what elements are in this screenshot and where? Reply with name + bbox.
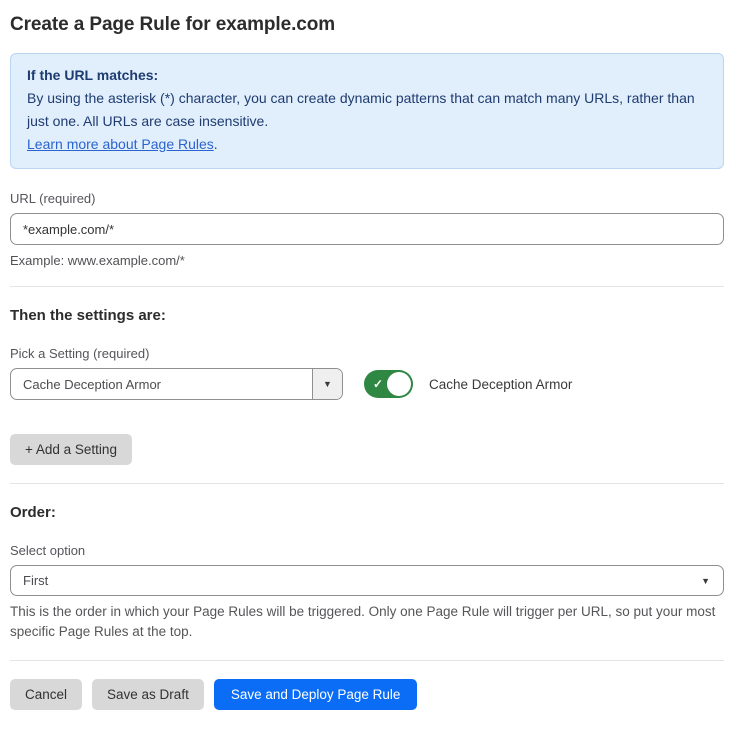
order-helper-text: This is the order in which your Page Rul… — [10, 602, 724, 642]
learn-more-link[interactable]: Learn more about Page Rules — [27, 136, 214, 152]
page-title: Create a Page Rule for example.com — [10, 14, 724, 36]
chevron-down-icon: ▼ — [701, 576, 710, 586]
order-section-heading: Order: — [10, 504, 724, 521]
footer-actions: Cancel Save as Draft Save and Deploy Pag… — [10, 679, 724, 710]
setting-toggle[interactable]: ✓ — [364, 370, 413, 398]
callout-link-suffix: . — [214, 136, 218, 152]
divider — [10, 660, 724, 661]
divider — [10, 286, 724, 287]
setting-row: Cache Deception Armor ▼ ✓ Cache Deceptio… — [10, 368, 724, 400]
callout-body: By using the asterisk (*) character, you… — [27, 87, 707, 133]
setting-toggle-group: ✓ Cache Deception Armor — [364, 370, 572, 398]
check-icon: ✓ — [373, 378, 383, 390]
toggle-knob — [387, 372, 411, 396]
setting-select-value: Cache Deception Armor — [11, 369, 312, 399]
order-select-label: Select option — [10, 543, 724, 558]
save-draft-button[interactable]: Save as Draft — [92, 679, 204, 710]
pick-setting-label: Pick a Setting (required) — [10, 346, 724, 361]
chevron-down-icon[interactable]: ▼ — [312, 369, 342, 399]
setting-select[interactable]: Cache Deception Armor ▼ — [10, 368, 343, 400]
callout-heading: If the URL matches: — [27, 64, 707, 87]
divider — [10, 483, 724, 484]
create-page-rule-panel: Create a Page Rule for example.com If th… — [0, 0, 750, 730]
toggle-label: Cache Deception Armor — [429, 377, 572, 392]
settings-section-heading: Then the settings are: — [10, 307, 724, 324]
callout-link-line: Learn more about Page Rules. — [27, 133, 707, 156]
url-field-label: URL (required) — [10, 191, 724, 206]
url-match-info-callout: If the URL matches: By using the asteris… — [10, 53, 724, 169]
add-setting-button[interactable]: + Add a Setting — [10, 434, 132, 465]
cancel-button[interactable]: Cancel — [10, 679, 82, 710]
order-select[interactable]: First ▼ — [10, 565, 724, 596]
url-field-helper: Example: www.example.com/* — [10, 253, 724, 268]
order-select-value: First — [11, 573, 723, 588]
save-deploy-button[interactable]: Save and Deploy Page Rule — [214, 679, 418, 710]
url-input[interactable] — [10, 213, 724, 245]
